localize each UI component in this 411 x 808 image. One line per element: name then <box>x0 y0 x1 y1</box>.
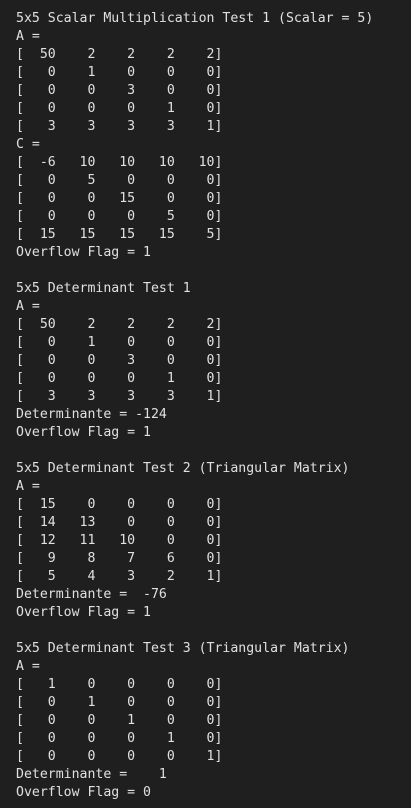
terminal-line: Overflow Flag = 0 <box>16 785 151 800</box>
terminal-line: 5x5 Determinant Test 2 (Triangular Matri… <box>16 461 350 476</box>
terminal-line: [ 14 13 0 0 0] <box>16 515 223 530</box>
terminal-line: [ 9 8 7 6 0] <box>16 551 223 566</box>
terminal-line: [ 5 4 3 2 1] <box>16 569 223 584</box>
terminal-line: A = <box>16 659 40 674</box>
terminal-line: Overflow Flag = 1 <box>16 605 151 620</box>
terminal-line: Determinante = -76 <box>16 587 167 602</box>
terminal-line: [ 0 0 1 0 0] <box>16 713 223 728</box>
terminal-line: [ 0 5 0 0 0] <box>16 173 223 188</box>
terminal-line: [ 0 0 0 1 0] <box>16 731 223 746</box>
terminal-line: C = <box>16 137 40 152</box>
terminal-line: [ 0 0 0 1 0] <box>16 371 223 386</box>
terminal-line: [ 3 3 3 3 1] <box>16 389 223 404</box>
terminal-line: 5x5 Scalar Multiplication Test 1 (Scalar… <box>16 11 374 26</box>
terminal-line: Determinante = 1 <box>16 767 167 782</box>
terminal-line: [ 0 1 0 0 0] <box>16 65 223 80</box>
terminal-line: [ 50 2 2 2 2] <box>16 47 223 62</box>
terminal-line: [ 12 11 10 0 0] <box>16 533 223 548</box>
terminal-line: [ 0 0 15 0 0] <box>16 191 223 206</box>
terminal-line: Overflow Flag = 1 <box>16 425 151 440</box>
terminal-line: [ 15 15 15 15 5] <box>16 227 223 242</box>
terminal-line: [ 0 0 0 5 0] <box>16 209 223 224</box>
terminal-line: A = <box>16 479 40 494</box>
terminal-line: [ 0 1 0 0 0] <box>16 335 223 350</box>
terminal-line: Determinante = -124 <box>16 407 167 422</box>
terminal-line: [ 0 1 0 0 0] <box>16 695 223 710</box>
terminal-line: [ -6 10 10 10 10] <box>16 155 223 170</box>
terminal-line: 5x5 Determinant Test 3 (Triangular Matri… <box>16 641 350 656</box>
terminal-window[interactable]: 5x5 Scalar Multiplication Test 1 (Scalar… <box>0 0 411 808</box>
terminal-line: [ 1 0 0 0 0] <box>16 677 223 692</box>
terminal-line: A = <box>16 29 40 44</box>
terminal-line: Overflow Flag = 1 <box>16 245 151 260</box>
terminal-line: [ 0 0 0 1 0] <box>16 101 223 116</box>
terminal-line: [ 0 0 0 0 1] <box>16 749 223 764</box>
terminal-line: A = <box>16 299 40 314</box>
terminal-line: [ 50 2 2 2 2] <box>16 317 223 332</box>
terminal-line: [ 0 0 3 0 0] <box>16 353 223 368</box>
terminal-line: [ 0 0 3 0 0] <box>16 83 223 98</box>
terminal-output[interactable]: 5x5 Scalar Multiplication Test 1 (Scalar… <box>16 10 373 802</box>
terminal-line: 5x5 Determinant Test 1 <box>16 281 191 296</box>
terminal-line: [ 3 3 3 3 1] <box>16 119 223 134</box>
terminal-line: [ 15 0 0 0 0] <box>16 497 223 512</box>
